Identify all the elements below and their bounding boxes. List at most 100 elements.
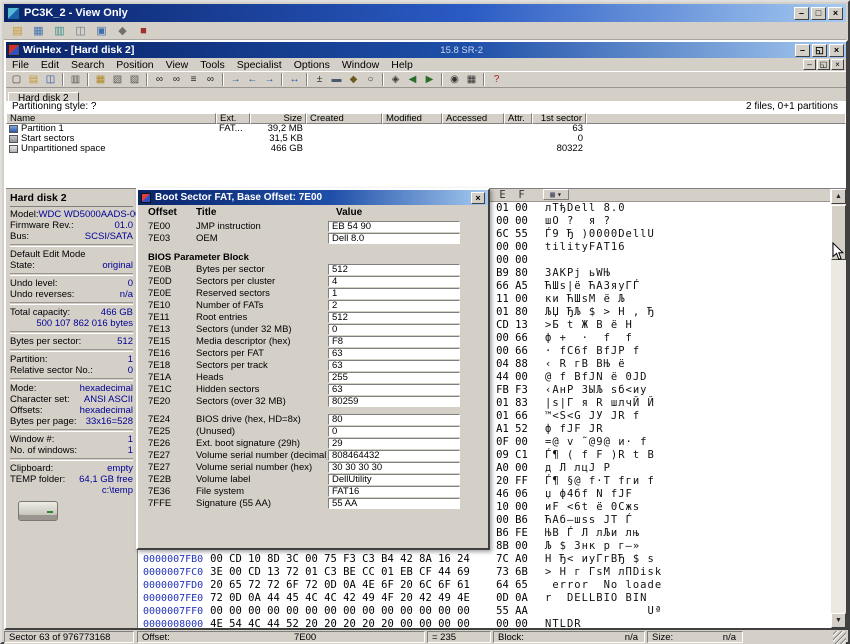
field-value[interactable]: 80 xyxy=(328,414,460,425)
column-header-name[interactable]: Name xyxy=(6,113,216,124)
menu-window[interactable]: Window xyxy=(336,59,385,71)
hex-byte[interactable]: 8A xyxy=(416,553,435,566)
hex-byte[interactable]: 72 xyxy=(207,592,226,605)
winhex-close-button[interactable]: × xyxy=(829,44,844,57)
print-icon[interactable]: ▥ xyxy=(67,73,84,87)
hex-byte[interactable]: 00 xyxy=(512,215,531,228)
hex-byte[interactable]: 0A xyxy=(245,592,264,605)
hex-byte[interactable]: 4E xyxy=(359,579,378,592)
hex-byte[interactable]: C3 xyxy=(359,553,378,566)
hex-byte[interactable]: CD xyxy=(493,319,512,332)
hex-byte[interactable]: 80 xyxy=(512,267,531,280)
field-value[interactable]: 80259 xyxy=(328,396,460,407)
hex-byte[interactable]: 7C xyxy=(493,553,512,566)
field-value[interactable]: DellUtility xyxy=(328,474,460,485)
grid-icon[interactable]: ▦ xyxy=(463,73,480,87)
hex-byte[interactable]: 20 xyxy=(397,579,416,592)
hex-byte[interactable]: B6 xyxy=(493,527,512,540)
hex-text[interactable]: Љ $ Знк p г—» xyxy=(545,540,640,553)
field-value[interactable]: EB 54 90 xyxy=(328,221,460,232)
menu-tools[interactable]: Tools xyxy=(194,59,231,71)
monitor-icon[interactable]: ▣ xyxy=(93,23,110,38)
boot-sector-dialog[interactable]: Boot Sector FAT, Base Offset: 7E00 × Off… xyxy=(136,188,490,550)
magnifier-icon[interactable]: ○ xyxy=(362,73,379,87)
hex-byte[interactable]: 24 xyxy=(454,553,473,566)
hex-byte[interactable]: 54 xyxy=(226,618,245,628)
hex-text[interactable]: ‹АнР ЗЫЉ ѕб<иу xyxy=(545,384,648,397)
hex-byte[interactable]: 00 xyxy=(321,605,340,618)
field-value[interactable]: 63 xyxy=(328,360,460,371)
hex-byte[interactable]: 8D xyxy=(264,553,283,566)
hex-byte[interactable]: 10 xyxy=(493,501,512,514)
hex-byte[interactable]: 00 xyxy=(416,605,435,618)
byte-column-header[interactable]: F xyxy=(512,189,531,201)
hex-byte[interactable]: 09 xyxy=(493,449,512,462)
scroll-up-button[interactable]: ▲ xyxy=(831,189,846,204)
hex-byte[interactable]: 66 xyxy=(493,280,512,293)
field-value[interactable]: 0 xyxy=(328,426,460,437)
hex-byte[interactable]: 3C xyxy=(283,553,302,566)
hex-text[interactable]: ЋАб—шѕѕ JT Ѓ xyxy=(545,514,633,527)
menu-help[interactable]: Help xyxy=(385,59,419,71)
field-value[interactable]: Dell 8.0 xyxy=(328,233,460,244)
hex-text[interactable]: ™<Ѕ<G ЈУ JR f xyxy=(545,410,640,423)
hex-text[interactable]: лТђDell 8.0 xyxy=(545,202,626,215)
column-header-created[interactable]: Created xyxy=(306,113,382,124)
hex-byte[interactable]: CD xyxy=(245,566,264,579)
save-icon[interactable]: ◫ xyxy=(42,73,59,87)
column-header-size[interactable]: Size xyxy=(250,113,306,124)
winhex-restore-button[interactable]: ◱ xyxy=(812,44,827,57)
field-value[interactable]: 512 xyxy=(328,264,460,275)
column-header-modified[interactable]: Modified xyxy=(382,113,442,124)
menu-file[interactable]: File xyxy=(6,59,35,71)
menu-view[interactable]: View xyxy=(160,59,195,71)
hex-byte[interactable]: 42 xyxy=(397,553,416,566)
menu-options[interactable]: Options xyxy=(288,59,336,71)
find-hex-icon[interactable]: ∞ xyxy=(202,73,219,87)
hex-byte[interactable]: 52 xyxy=(512,423,531,436)
field-value[interactable]: 2 xyxy=(328,300,460,311)
disk-icon[interactable]: ◫ xyxy=(72,23,89,38)
byte-column-header[interactable]: E xyxy=(493,189,512,201)
minimize-button[interactable]: – xyxy=(794,7,809,20)
hex-byte[interactable]: 80 xyxy=(512,306,531,319)
open-disk-icon[interactable]: ▬ xyxy=(328,73,345,87)
hex-byte[interactable]: 00 xyxy=(512,540,531,553)
hex-byte[interactable]: 88 xyxy=(512,358,531,371)
hex-byte[interactable]: 55 xyxy=(493,605,512,618)
hex-byte[interactable]: 00 xyxy=(359,605,378,618)
hex-byte[interactable]: 00 xyxy=(512,371,531,384)
hex-byte[interactable]: 64 xyxy=(493,579,512,592)
charset-dropdown-button[interactable] xyxy=(543,189,569,200)
dialog-title-bar[interactable]: Boot Sector FAT, Base Offset: 7E00 × xyxy=(138,190,488,205)
hex-byte[interactable]: 00 xyxy=(512,618,531,628)
column-header-accessed[interactable]: Accessed xyxy=(442,113,504,124)
hex-byte[interactable]: 4C xyxy=(245,618,264,628)
dialog-close-button[interactable]: × xyxy=(471,192,485,204)
hex-byte[interactable]: 46 xyxy=(493,488,512,501)
field-value[interactable]: 55 AA xyxy=(328,498,460,509)
hex-byte[interactable]: 72 xyxy=(264,579,283,592)
hex-byte[interactable]: 75 xyxy=(321,553,340,566)
hex-byte[interactable]: 00 xyxy=(397,605,416,618)
hex-text[interactable]: ки ЋШѕМ ё Љ xyxy=(545,293,626,306)
hex-byte[interactable]: 00 xyxy=(512,501,531,514)
winhex-title-bar[interactable]: WinHex - [Hard disk 2] 15.8 SR-2 – ◱ × xyxy=(6,42,846,58)
hex-text[interactable]: ЊВ Ѓ Л лЉи лњ xyxy=(545,527,640,540)
hex-text[interactable]: џ ф4бf N fJF xyxy=(545,488,633,501)
hex-byte[interactable]: 00 xyxy=(302,605,321,618)
copy-icon[interactable]: ▧ xyxy=(109,73,126,87)
hex-byte[interactable]: 00 xyxy=(416,618,435,628)
hex-byte[interactable]: 00 xyxy=(512,241,531,254)
hex-text[interactable]: ф fJF ЈR xyxy=(545,423,604,436)
field-value[interactable]: 29 xyxy=(328,438,460,449)
hex-text[interactable]: > Н г ГѕМ лПDisk xyxy=(545,566,662,579)
table-row[interactable]: Partition 1FAT...39,2 MB63 xyxy=(6,124,846,134)
winhex-minimize-button[interactable]: – xyxy=(795,44,810,57)
hex-byte[interactable]: FB xyxy=(493,384,512,397)
hex-byte[interactable]: 00 xyxy=(207,605,226,618)
hex-byte[interactable]: 00 xyxy=(493,514,512,527)
hex-byte[interactable]: 00 xyxy=(264,605,283,618)
hex-byte[interactable]: AA xyxy=(512,605,531,618)
hex-byte[interactable]: B9 xyxy=(493,267,512,280)
